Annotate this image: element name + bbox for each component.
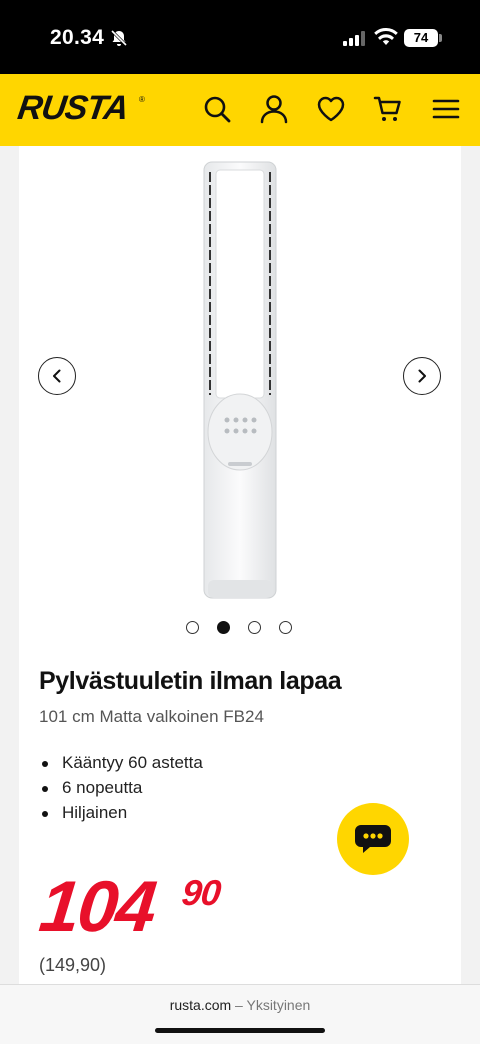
rusta-logo[interactable]: RUSTA ® [15,89,145,129]
home-indicator[interactable] [155,1028,325,1033]
status-time: 20.34 [50,26,105,49]
feature-item: 6 nopeutta [40,778,203,803]
registered-mark: ® [139,95,145,104]
url-separator: – [231,997,247,1013]
product-subtitle: 101 cm Matta valkoinen FB24 [39,707,264,726]
chat-button[interactable] [337,803,409,875]
old-price: (149,90) [39,955,107,975]
gallery-next-button[interactable] [403,357,441,395]
chat-bubble-icon [355,825,391,853]
battery-tip [439,34,442,42]
account-icon[interactable] [259,94,289,124]
browser-bottom-bar [0,984,480,1044]
cart-icon[interactable] [373,94,403,124]
private-mode-label: Yksityinen [246,997,311,1013]
gallery-dot[interactable] [248,621,261,634]
battery-indicator: 74 [404,29,438,47]
chevron-right-icon [418,369,426,383]
logo-text: RUSTA [15,89,131,127]
status-bar: 20.34 74 [0,0,480,74]
gallery-dot[interactable] [186,621,199,634]
address-bar[interactable]: rusta.com – Yksityinen [0,997,480,1013]
gallery-pagination [186,621,296,635]
feature-item: Kääntyy 60 astetta [40,753,203,778]
price-cents: 90 [179,872,223,913]
gallery-dot[interactable] [217,621,230,634]
wishlist-heart-icon[interactable] [316,94,346,124]
search-icon[interactable] [202,94,232,124]
price-main: 104 [35,867,159,947]
product-title: Pylvästuuletin ilman lapaa [39,667,342,695]
gallery-dot[interactable] [279,621,292,634]
price: 104 90 [36,866,222,948]
wifi-icon [374,28,398,45]
bell-muted-icon [110,29,128,47]
chevron-left-icon [53,369,61,383]
gallery-prev-button[interactable] [38,357,76,395]
signal-icon [343,31,365,46]
feature-item: Hiljainen [40,803,203,828]
product-image-tower-fan[interactable] [190,160,290,600]
url-domain: rusta.com [169,997,232,1013]
menu-icon[interactable] [431,94,461,124]
feature-list: Kääntyy 60 astetta 6 nopeutta Hiljainen [40,753,203,828]
